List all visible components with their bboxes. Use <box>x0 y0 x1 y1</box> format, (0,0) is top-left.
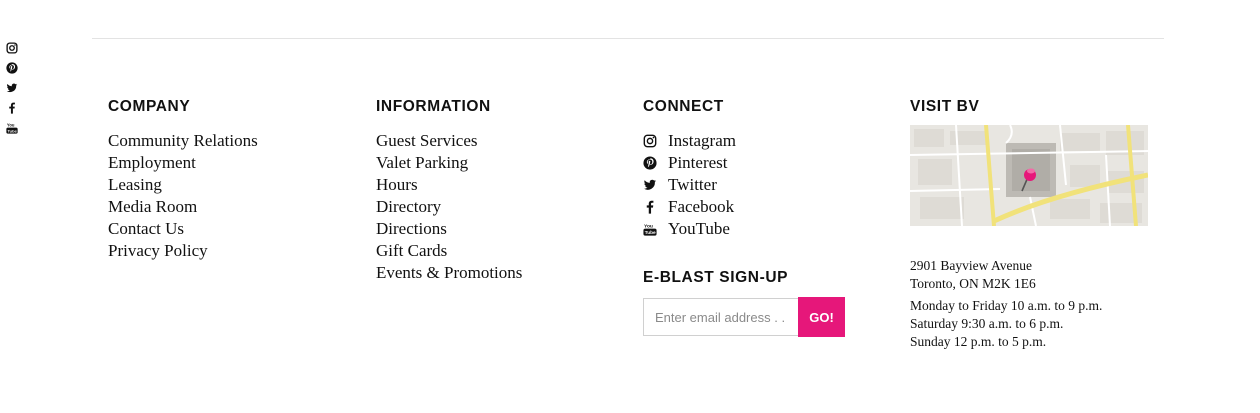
link-guest-services[interactable]: Guest Services <box>376 130 522 152</box>
visit-heading: VISIT BV <box>910 98 980 115</box>
connect-heading: CONNECT <box>643 98 724 115</box>
information-column: INFORMATION Guest Services Valet Parking… <box>376 97 522 284</box>
connect-pinterest-label: Pinterest <box>668 153 728 172</box>
connect-youtube-link[interactable]: You Tube YouTube <box>643 218 736 240</box>
link-privacy-policy[interactable]: Privacy Policy <box>108 240 258 262</box>
hours-sunday: Sunday 12 p.m. to 5 p.m. <box>910 334 1047 349</box>
link-community-relations[interactable]: Community Relations <box>108 130 258 152</box>
connect-column: CONNECT Instagram Pinterest Twitter Face… <box>643 97 736 240</box>
svg-text:Tube: Tube <box>645 230 656 236</box>
eblast-heading: E-BLAST SIGN-UP <box>643 269 789 286</box>
link-directions[interactable]: Directions <box>376 218 522 240</box>
hours-weekday: Monday to Friday 10 a.m. to 9 p.m. <box>910 298 1103 313</box>
connect-youtube-label: YouTube <box>668 219 730 238</box>
pinterest-icon[interactable] <box>6 62 18 74</box>
email-input[interactable] <box>643 298 798 336</box>
youtube-icon: You Tube <box>643 222 657 236</box>
footer-top-divider <box>92 38 1164 39</box>
svg-text:Tube: Tube <box>8 128 18 133</box>
information-heading: INFORMATION <box>376 98 491 115</box>
svg-text:You: You <box>7 123 15 128</box>
link-directory[interactable]: Directory <box>376 196 522 218</box>
instagram-icon <box>643 134 657 148</box>
instagram-icon[interactable] <box>6 42 18 54</box>
twitter-icon[interactable] <box>6 82 18 94</box>
go-button[interactable]: GO! <box>798 297 845 337</box>
connect-instagram-label: Instagram <box>668 131 736 150</box>
youtube-icon[interactable]: You Tube <box>6 122 18 134</box>
address-line-2: Toronto, ON M2K 1E6 <box>910 276 1036 291</box>
link-leasing[interactable]: Leasing <box>108 174 258 196</box>
address-block: 2901 Bayview Avenue Toronto, ON M2K 1E6 <box>910 257 1036 293</box>
facebook-icon <box>643 200 657 214</box>
link-employment[interactable]: Employment <box>108 152 258 174</box>
pinterest-icon <box>643 156 657 170</box>
connect-instagram-link[interactable]: Instagram <box>643 130 736 152</box>
connect-facebook-label: Facebook <box>668 197 735 216</box>
link-hours[interactable]: Hours <box>376 174 522 196</box>
connect-facebook-link[interactable]: Facebook <box>643 196 736 218</box>
link-events-promotions[interactable]: Events & Promotions <box>376 262 522 284</box>
company-heading: COMPANY <box>108 98 191 115</box>
connect-twitter-link[interactable]: Twitter <box>643 174 736 196</box>
facebook-icon[interactable] <box>6 102 18 114</box>
link-valet-parking[interactable]: Valet Parking <box>376 152 522 174</box>
link-contact-us[interactable]: Contact Us <box>108 218 258 240</box>
twitter-icon <box>643 178 657 192</box>
connect-pinterest-link[interactable]: Pinterest <box>643 152 736 174</box>
location-map[interactable] <box>910 125 1148 226</box>
eblast-signup-form: GO! <box>643 297 845 337</box>
link-gift-cards[interactable]: Gift Cards <box>376 240 522 262</box>
company-column: COMPANY Community Relations Employment L… <box>108 97 258 262</box>
hours-saturday: Saturday 9:30 a.m. to 6 p.m. <box>910 316 1064 331</box>
hours-block: Monday to Friday 10 a.m. to 9 p.m. Satur… <box>910 297 1102 351</box>
social-rail: You Tube <box>6 42 20 142</box>
link-media-room[interactable]: Media Room <box>108 196 258 218</box>
address-line-1: 2901 Bayview Avenue <box>910 258 1032 273</box>
svg-text:You: You <box>644 223 653 229</box>
connect-twitter-label: Twitter <box>668 175 717 194</box>
